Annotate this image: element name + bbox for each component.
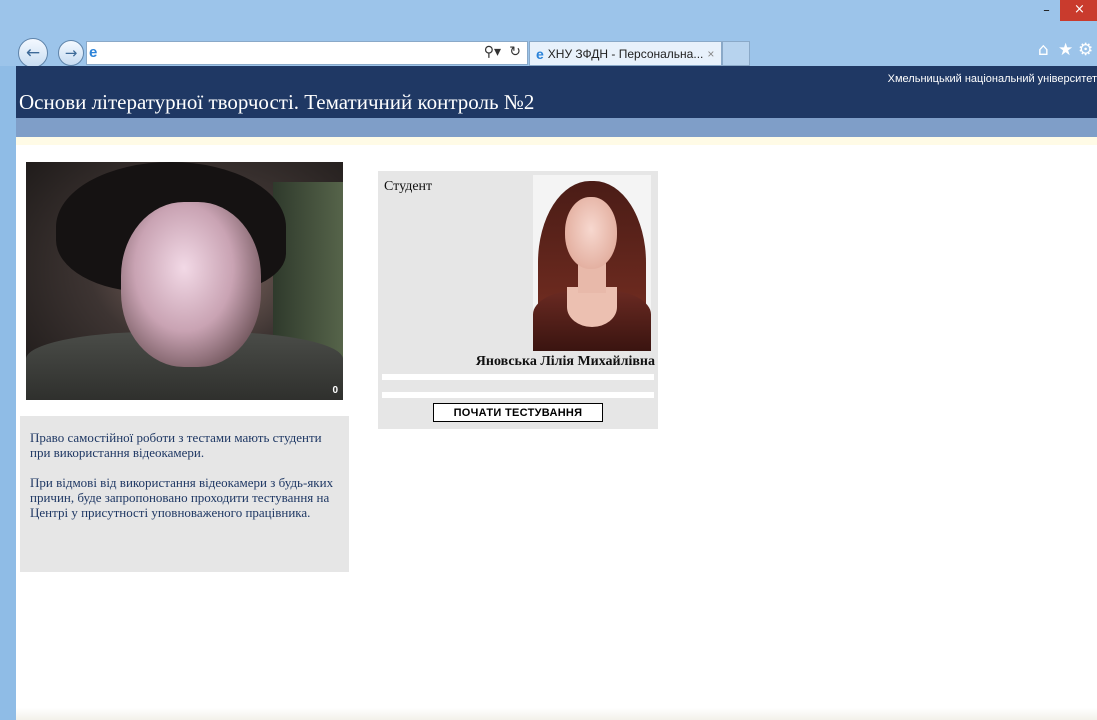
back-button[interactable]: ← bbox=[18, 38, 48, 68]
notice-paragraph-1: Право самостійної роботи з тестами мають… bbox=[30, 430, 322, 460]
favorites-star-icon[interactable]: ★ bbox=[1058, 40, 1073, 60]
header-strip bbox=[16, 118, 1097, 137]
browser-chrome: – □ × ← → e ⚲▾ ↻ e ХНУ ЗФДН - Персональн… bbox=[0, 0, 1097, 68]
tab-active[interactable]: e ХНУ ЗФДН - Персональна... × bbox=[529, 41, 722, 66]
tab-close-icon[interactable]: × bbox=[707, 47, 714, 61]
back-icon: ← bbox=[25, 43, 41, 63]
tab-label: ХНУ ЗФДН - Персональна... bbox=[547, 46, 704, 61]
search-icon[interactable]: ⚲▾ bbox=[484, 44, 501, 60]
address-bar[interactable]: e ⚲▾ ↻ bbox=[86, 41, 528, 65]
header-banner: Хмельницький національний університет Ос… bbox=[16, 66, 1097, 118]
header-strip-light bbox=[16, 137, 1097, 145]
forward-button[interactable]: → bbox=[58, 40, 84, 66]
webcam-preview: 0 bbox=[26, 162, 343, 400]
start-testing-button[interactable]: ПОЧАТИ ТЕСТУВАННЯ bbox=[433, 403, 603, 422]
page-title: Основи літературної творчості. Тематични… bbox=[19, 90, 535, 114]
settings-gear-icon[interactable]: ⚙ bbox=[1078, 40, 1093, 60]
ie-logo-icon: e bbox=[89, 44, 98, 61]
new-tab-button[interactable] bbox=[722, 41, 750, 66]
close-icon: × bbox=[1074, 2, 1085, 17]
webcam-face bbox=[121, 202, 261, 367]
status-bar-1 bbox=[382, 374, 654, 380]
photo-face bbox=[565, 197, 617, 269]
photo-chest bbox=[567, 287, 617, 327]
page-content: Хмельницький національний університет Ос… bbox=[16, 66, 1097, 720]
ie-tab-icon: e bbox=[536, 45, 544, 62]
notice-paragraph-2: При відмові від використання відеокамери… bbox=[30, 475, 334, 520]
student-card: Студент Яновська Лілія Михайлівна ПОЧАТИ… bbox=[378, 171, 658, 429]
refresh-icon[interactable]: ↻ bbox=[509, 44, 521, 60]
forward-icon: → bbox=[64, 44, 78, 62]
student-name: Яновська Лілія Михайлівна bbox=[475, 354, 655, 369]
home-icon[interactable]: ⌂ bbox=[1038, 40, 1049, 60]
student-photo bbox=[533, 175, 651, 351]
status-bar-2 bbox=[382, 392, 654, 398]
minimize-button[interactable]: – bbox=[1034, 0, 1059, 21]
page-bottom-shade bbox=[16, 708, 1097, 720]
close-window-button[interactable]: × bbox=[1060, 0, 1097, 21]
camera-notice: Право самостійної роботи з тестами мають… bbox=[20, 416, 349, 572]
student-label: Студент bbox=[384, 179, 433, 194]
webcam-frame-counter: 0 bbox=[332, 385, 338, 396]
university-name: Хмельницький національний університет bbox=[887, 73, 1097, 85]
